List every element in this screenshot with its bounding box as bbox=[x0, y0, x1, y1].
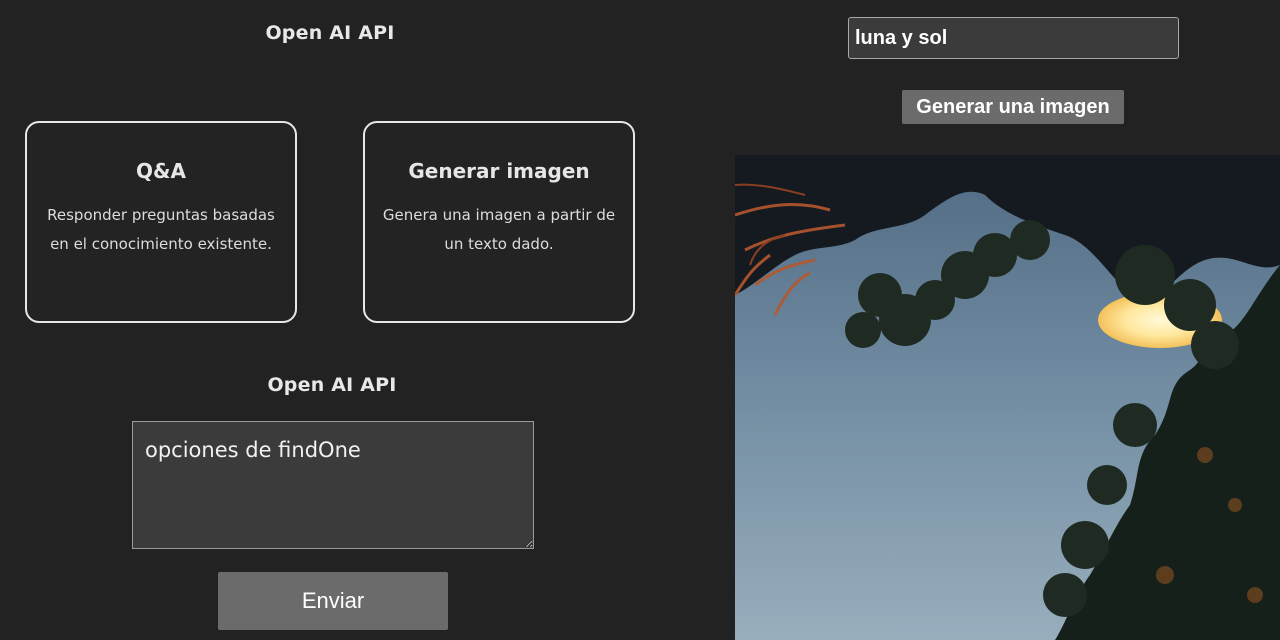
section-title: Open AI API bbox=[267, 374, 397, 396]
question-textarea[interactable]: opciones de findOne bbox=[132, 421, 534, 549]
generate-image-card[interactable]: Generar imagen Genera una imagen a parti… bbox=[363, 121, 635, 323]
generate-image-card-description: Genera una imagen a partir de un texto d… bbox=[382, 206, 616, 253]
image-prompt-input[interactable] bbox=[848, 17, 1179, 59]
app-page: Open AI API Q&A Responder preguntas basa… bbox=[0, 0, 1280, 640]
send-button[interactable]: Enviar bbox=[218, 572, 448, 630]
generate-image-button[interactable]: Generar una imagen bbox=[902, 90, 1124, 124]
page-title: Open AI API bbox=[265, 22, 395, 44]
qa-card-title: Q&A bbox=[136, 159, 186, 183]
qa-card-description: Responder preguntas basadas en el conoci… bbox=[47, 206, 275, 253]
qa-card[interactable]: Q&A Responder preguntas basadas en el co… bbox=[25, 121, 297, 323]
generated-image bbox=[735, 155, 1280, 640]
generate-image-card-title: Generar imagen bbox=[408, 159, 590, 183]
